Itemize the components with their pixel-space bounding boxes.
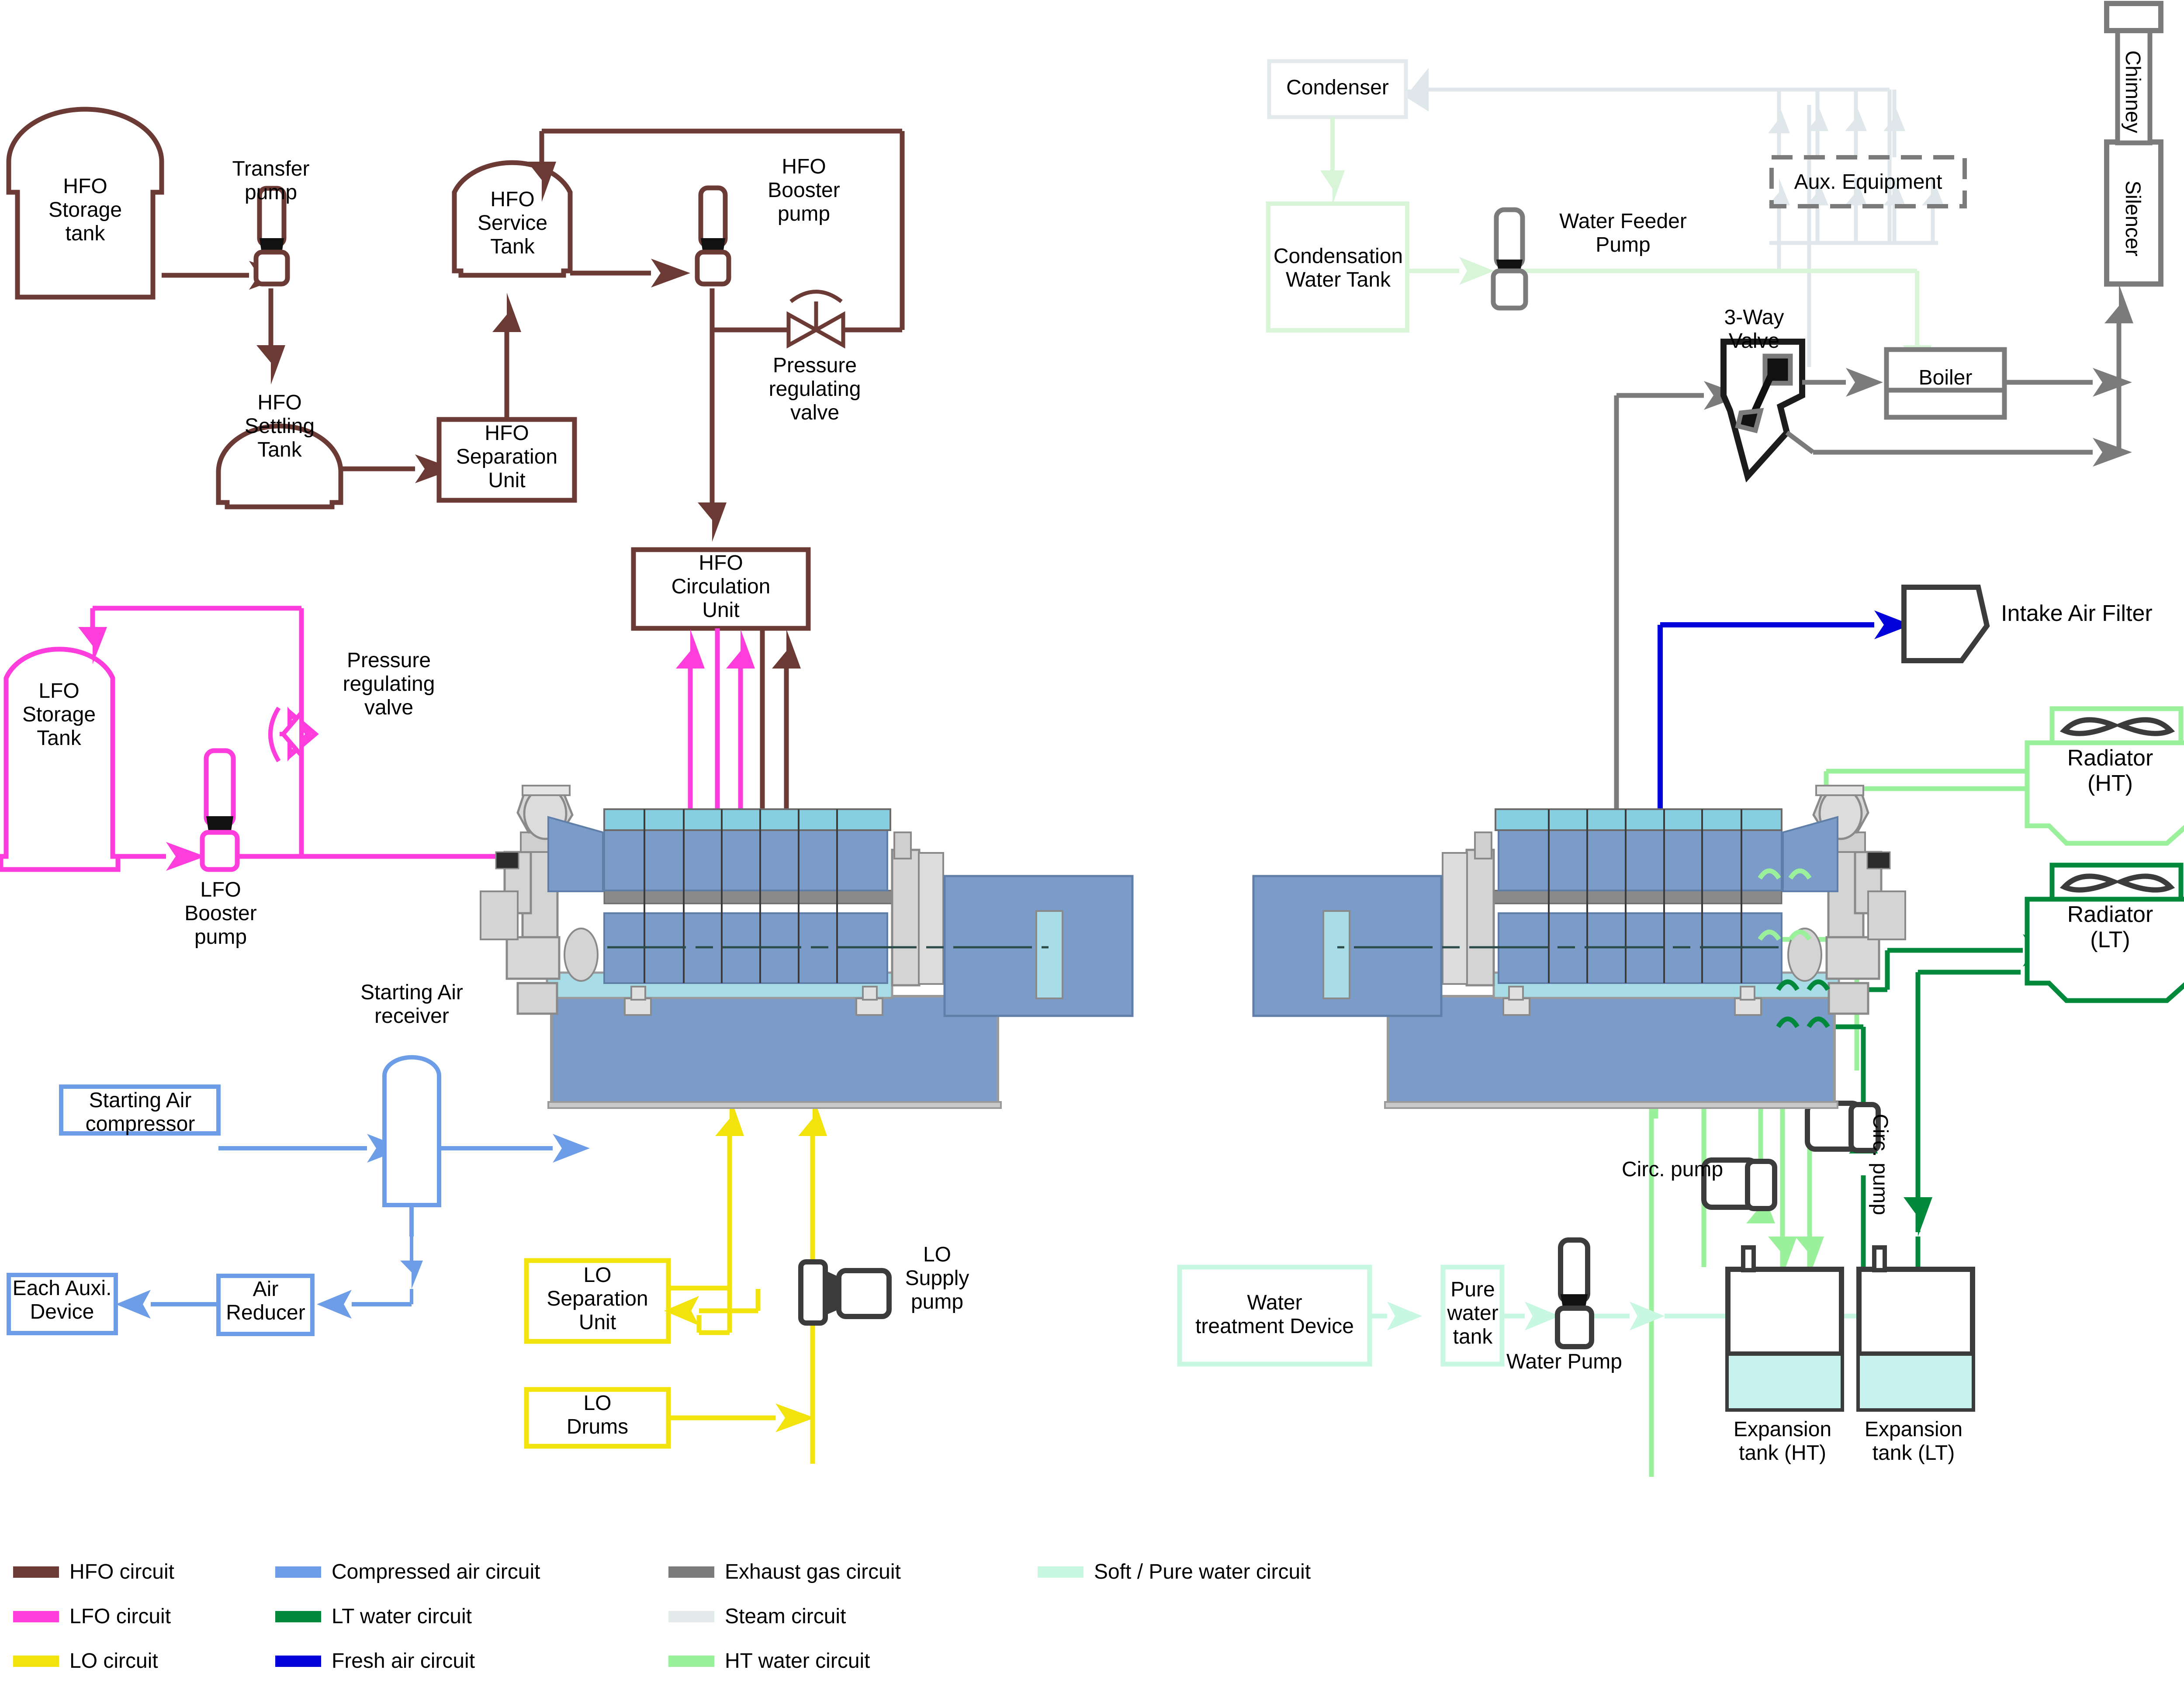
- expansion-tank-lt: [1856, 1245, 1975, 1412]
- legend-label: HT water circuit: [725, 1649, 870, 1673]
- legend-label: Soft / Pure water circuit: [1094, 1560, 1311, 1583]
- legend-item: Steam circuit: [668, 1604, 846, 1628]
- hfo-service-tank-label: HFO Service Tank: [477, 188, 548, 258]
- left-engine-illustration: [480, 785, 1134, 1109]
- silencer-label: Silencer: [2121, 180, 2144, 256]
- hfo-booster-pump-label: HFO Booster pump: [768, 155, 840, 225]
- hfo-settling-tank-label: HFO Settling Tank: [244, 391, 315, 461]
- legend-swatch: [275, 1566, 321, 1578]
- legend-label: LT water circuit: [332, 1605, 472, 1628]
- hfo-pressure-regulating-valve-label: Pressure regulating valve: [768, 354, 861, 424]
- hfo-pressure-regulating-valve-icon: [786, 290, 845, 349]
- water-pump-icon: [1555, 1237, 1594, 1349]
- water-pump-label: Water Pump: [1506, 1350, 1622, 1373]
- lfo-pressure-regulating-valve-label: Pressure regulating valve: [343, 649, 435, 719]
- radiator-lt-label: Radiator (LT): [2067, 902, 2153, 953]
- lfo-booster-pump-icon: [200, 748, 240, 872]
- legend-item: Exhaust gas circuit: [668, 1560, 901, 1584]
- legend-label: HFO circuit: [69, 1560, 174, 1583]
- water-treatment-device-label: Water treatment Device: [1195, 1291, 1354, 1338]
- circ-pump-lt-label: Circ. pump: [1869, 1113, 1892, 1216]
- starting-air-receiver-label: Starting Air receiver: [360, 981, 463, 1028]
- legend-item: Soft / Pure water circuit: [1038, 1560, 1311, 1584]
- lo-supply-pump-icon: [798, 1259, 892, 1326]
- expansion-tank-ht-label: Expansion tank (HT): [1733, 1418, 1832, 1465]
- legend-label: Steam circuit: [725, 1605, 846, 1628]
- legend-item: Fresh air circuit: [275, 1649, 475, 1673]
- each-aux-device-label: Each Auxi. Device: [12, 1277, 112, 1323]
- legend-label: Compressed air circuit: [332, 1560, 540, 1583]
- legend-swatch: [668, 1566, 714, 1578]
- legend-label: LFO circuit: [69, 1605, 171, 1628]
- hfo-storage-tank-label: HFO Storage tank: [48, 175, 122, 245]
- intake-air-filter-label: Intake Air Filter: [2001, 601, 2153, 626]
- legend-item: LFO circuit: [13, 1604, 171, 1628]
- legend-item: HFO circuit: [13, 1560, 174, 1584]
- starting-air-compressor-label: Starting Air compressor: [85, 1089, 195, 1136]
- expansion-tank-lt-label: Expansion tank (LT): [1864, 1418, 1963, 1465]
- expansion-tank-ht: [1725, 1245, 1844, 1412]
- legend-item: LO circuit: [13, 1649, 158, 1673]
- water-feeder-pump-icon: [1491, 207, 1528, 311]
- legend-swatch: [13, 1655, 59, 1667]
- intake-air-filter-shape: [1901, 585, 1990, 663]
- chimney-label: Chimney: [2121, 50, 2144, 133]
- air-reducer-label: Air Reducer: [226, 1278, 305, 1324]
- legend-item: LT water circuit: [275, 1604, 472, 1628]
- pure-water-tank-label: Pure water tank: [1447, 1278, 1499, 1348]
- legend-item: HT water circuit: [668, 1649, 870, 1673]
- condensation-feed-lines: [1407, 257, 1931, 385]
- legend-swatch: [1038, 1566, 1083, 1578]
- legend-swatch: [275, 1655, 321, 1667]
- lfo-pressure-regulating-valve-icon: [268, 707, 319, 762]
- condenser-label: Condenser: [1286, 76, 1389, 99]
- circ-pump-ht-label: Circ. pump: [1622, 1158, 1724, 1181]
- hfo-circulation-unit-label: HFO Circulation Unit: [671, 551, 771, 622]
- three-way-valve-label: 3-Way Valve: [1724, 306, 1784, 353]
- lfo-storage-tank-label: LFO Storage Tank: [22, 679, 96, 750]
- radiator-ht-label: Radiator (HT): [2067, 745, 2153, 797]
- lo-separation-unit-label: LO Separation Unit: [547, 1264, 648, 1334]
- aux-equipment-label: Aux. Equipment: [1794, 170, 1942, 194]
- legend-swatch: [13, 1611, 59, 1622]
- diagram-canvas: HFO Storage tank Transfer pump HFO Settling T…: [0, 0, 2184, 1687]
- legend-swatch: [668, 1611, 714, 1622]
- lo-drums-label: LO Drums: [566, 1392, 629, 1438]
- legend-swatch: [13, 1566, 59, 1578]
- circ-pump-lt-icon: [1805, 1101, 1881, 1153]
- lfo-booster-pump-label: LFO Booster pump: [184, 878, 257, 949]
- boiler-label: Boiler: [1918, 366, 1973, 389]
- legend-item: Compressed air circuit: [275, 1560, 540, 1584]
- lo-supply-pump-label: LO Supply pump: [905, 1243, 969, 1313]
- legend-swatch: [275, 1611, 321, 1622]
- right-engine-illustration: [1252, 785, 1906, 1109]
- water-feeder-pump-label: Water Feeder Pump: [1559, 210, 1687, 256]
- legend-swatch: [668, 1655, 714, 1667]
- hfo-separation-unit-label: HFO Separation Unit: [456, 422, 558, 492]
- condensation-water-tank-label: Condensation Water Tank: [1273, 245, 1403, 291]
- legend-label: LO circuit: [69, 1649, 158, 1673]
- legend-label: Exhaust gas circuit: [725, 1560, 901, 1583]
- transfer-pump-label: Transfer pump: [232, 157, 310, 204]
- three-way-valve-icon: [1720, 339, 1805, 483]
- hfo-booster-pump-icon: [695, 185, 731, 287]
- legend-label: Fresh air circuit: [332, 1649, 475, 1673]
